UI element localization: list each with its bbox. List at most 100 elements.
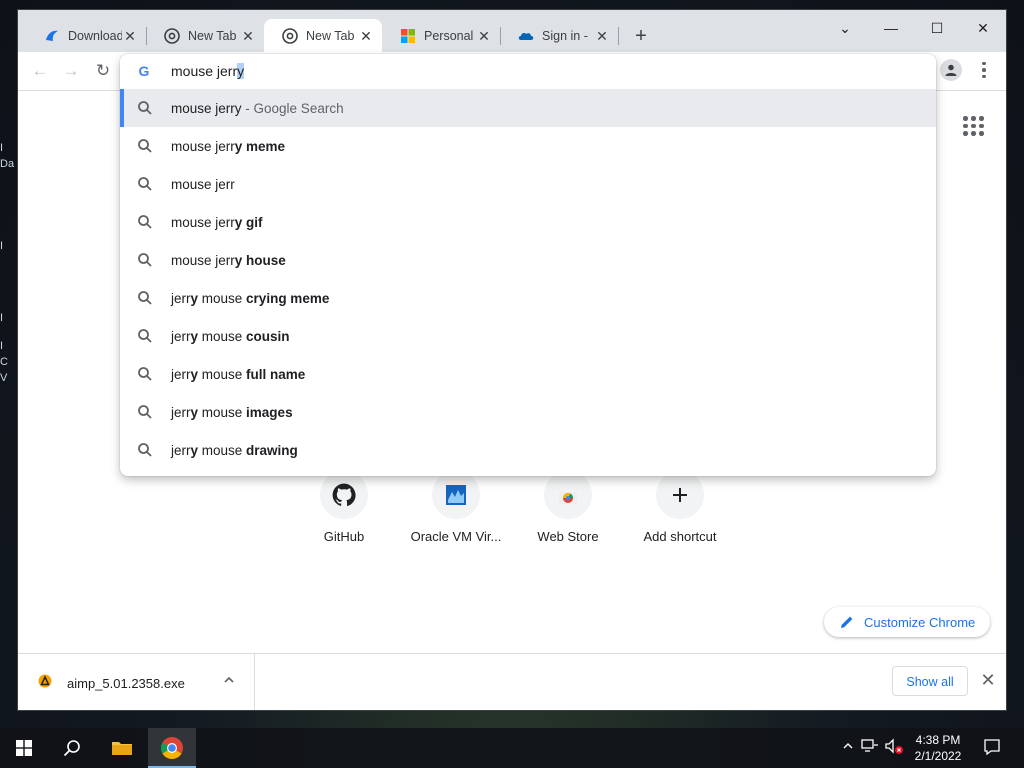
tab-new-tab-1[interactable]: New Tab ✕ [146,19,264,52]
omnibox-typed-text: mouse jerr [171,63,238,79]
shortcut-label: Oracle VM Vir... [410,529,502,544]
menu-dot [982,61,986,66]
suggestion-item[interactable]: jerry mouse crying meme [120,279,936,317]
pencil-icon [841,616,853,628]
suggestion-text: mouse jerry house [171,252,286,268]
system-clock[interactable]: 4:38 PM 2/1/2022 [906,732,970,764]
suggestion-item[interactable]: mouse jerry house [120,241,936,279]
plus-icon [656,471,704,519]
search-icon [138,329,152,343]
menu-dot [982,74,986,79]
google-apps-button[interactable] [960,113,984,137]
chevron-up-icon[interactable] [223,674,235,686]
tab-search-button[interactable]: ⌄ [822,14,868,42]
customize-chrome-button[interactable]: Customize Chrome [824,607,990,637]
profile-button[interactable] [940,59,962,81]
tab-close-icon[interactable]: ✕ [122,28,138,44]
file-explorer-button[interactable] [98,728,146,768]
search-icon [138,253,152,267]
suggestion-text: mouse jerr [171,176,235,192]
chrome-menu-button[interactable] [974,59,994,81]
tab-close-icon[interactable]: ✕ [476,28,492,44]
omnibox-input[interactable]: mouse jerry [171,63,245,79]
shortcut-virtualbox[interactable]: Oracle VM Vir... [406,471,506,544]
chrome-icon [161,737,183,759]
tab-close-icon[interactable]: ✕ [594,28,610,44]
suggestion-item[interactable]: mouse jerry - Google Search [120,89,936,127]
desktop-icon-label-fragment: Da [0,158,15,170]
tab-download[interactable]: Download ✕ [26,19,146,52]
suggestion-text: jerry mouse drawing [171,442,298,458]
back-button[interactable]: ← [29,60,51,82]
tab-close-icon[interactable]: ✕ [358,28,374,44]
chrome-window: Download ✕ New Tab ✕ New Tab ✕ Personal … [18,10,1006,710]
suggestion-item[interactable]: jerry mouse cousin [120,317,936,355]
suggestion-text: jerry mouse full name [171,366,306,382]
menu-dot [982,68,986,72]
suggestion-text: mouse jerry meme [171,138,286,154]
suggestion-item[interactable]: mouse jerry gif [120,203,936,241]
shortcut-add[interactable]: Add shortcut [630,471,730,544]
customize-chrome-label: Customize Chrome [864,614,976,630]
tab-strip: Download ✕ New Tab ✕ New Tab ✕ Personal … [18,10,1006,52]
suggestion-item[interactable]: mouse jerry meme [120,127,936,165]
person-icon [945,64,957,76]
shortcut-label: GitHub [323,529,365,544]
shortcut-web-store[interactable]: Web Store [518,471,618,544]
tab-personal[interactable]: Personal ✕ [382,19,500,52]
desktop-icon-label-fragment: I [0,240,4,252]
search-icon [138,443,152,457]
maximize-button[interactable]: ☐ [914,14,960,42]
shortcut-label: Web Store [537,529,599,544]
suggestion-text: mouse jerry gif [171,214,263,230]
minimize-button[interactable]: — [868,14,914,42]
suggestion-text: jerry mouse cousin [171,328,290,344]
search-button[interactable] [48,728,96,768]
volume-muted-icon[interactable] [884,738,904,758]
tab-title: New Tab [306,28,355,43]
tab-new-tab-active[interactable]: New Tab ✕ [264,19,382,52]
search-icon [138,177,152,191]
suggestion-item[interactable]: jerry mouse full name [120,355,936,393]
search-icon [138,291,152,305]
reload-button[interactable]: ↻ [92,60,114,82]
search-icon [63,740,80,757]
show-all-button[interactable]: Show all [892,666,968,696]
omnibox-dropdown: G mouse jerry mouse jerry - Google Searc… [120,54,936,476]
close-window-button[interactable]: ✕ [960,14,1006,42]
forward-button[interactable]: → [60,60,82,82]
suggestion-item[interactable]: mouse jerr [120,165,936,203]
close-shelf-icon[interactable]: ✕ [978,670,998,690]
start-button[interactable] [0,728,48,768]
tab-separator [618,27,619,45]
search-icon [138,367,152,381]
suggestion-text: jerry mouse images [171,404,293,420]
virtualbox-icon [432,471,480,519]
windows-logo-icon [16,740,32,756]
tab-sign-in[interactable]: Sign in - ✕ [500,19,618,52]
aimp-file-icon [38,674,52,688]
notification-icon[interactable] [982,738,1002,758]
google-g-icon: G [138,63,150,79]
desktop-icon-label-fragment: I [0,340,4,352]
new-tab-button[interactable]: + [630,26,652,48]
chrome-taskbar-button[interactable] [148,728,196,768]
suggestion-item[interactable]: jerry mouse images [120,393,936,431]
search-icon [138,405,152,419]
tab-title: Download [68,28,122,43]
chevron-up-icon[interactable] [838,738,858,758]
suggestion-item[interactable]: jerry mouse drawing [120,431,936,469]
shortcut-label: Add shortcut [643,529,717,544]
tab-close-icon[interactable]: ✕ [240,28,256,44]
desktop-icon-label-fragment: V [0,372,8,384]
network-icon[interactable] [860,738,880,758]
suggestion-list: mouse jerry - Google Search mouse jerry … [120,89,936,469]
tab-title: New Tab [188,28,237,43]
shortcut-github[interactable]: GitHub [294,471,394,544]
folder-icon [112,742,132,755]
download-shelf: aimp_5.01.2358.exe Show all ✕ [18,653,1006,710]
omnibox-selected-text: y [237,63,245,79]
address-bar[interactable]: G mouse jerry [120,54,936,88]
download-item[interactable]: aimp_5.01.2358.exe [18,654,255,710]
webstore-icon [544,471,592,519]
